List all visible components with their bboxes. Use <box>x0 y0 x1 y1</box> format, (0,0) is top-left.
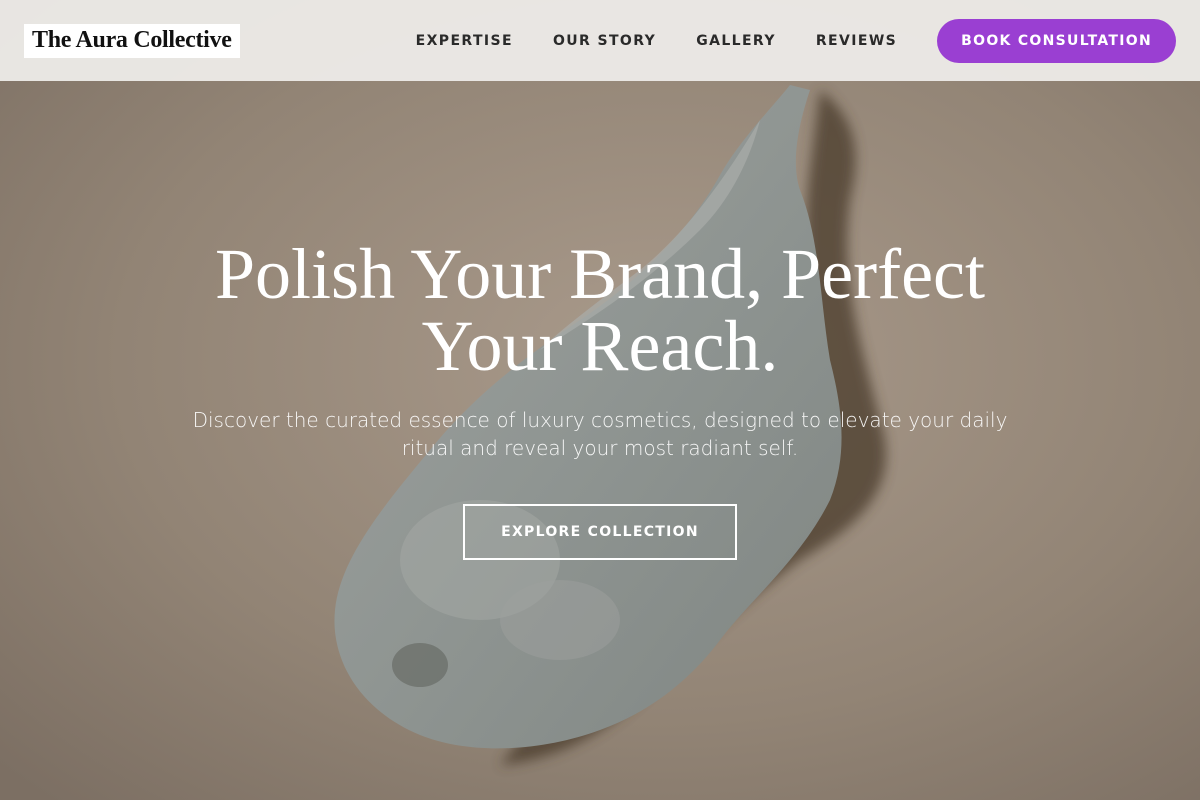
book-consultation-button[interactable]: BOOK CONSULTATION <box>937 18 1176 63</box>
main-nav: EXPERTISE OUR STORY GALLERY REVIEWS <box>416 33 898 49</box>
hero-title: Polish Your Brand, Perfect Your Reach. <box>215 234 985 386</box>
nav-link-expertise[interactable]: EXPERTISE <box>416 33 513 49</box>
nav-link-our-story[interactable]: OUR STORY <box>553 33 656 49</box>
hero-section: Polish Your Brand, Perfect Your Reach. D… <box>0 238 1200 560</box>
site-header: The Aura Collective EXPERTISE OUR STORY … <box>0 0 1200 81</box>
landing-page: The Aura Collective EXPERTISE OUR STORY … <box>0 0 1200 800</box>
brand-logo[interactable]: The Aura Collective <box>24 23 240 58</box>
nav-link-reviews[interactable]: REVIEWS <box>816 33 897 49</box>
nav-link-gallery[interactable]: GALLERY <box>696 33 776 49</box>
explore-collection-button[interactable]: EXPLORE COLLECTION <box>463 504 737 560</box>
hero-subtitle: Discover the curated essence of luxury c… <box>192 408 1008 460</box>
